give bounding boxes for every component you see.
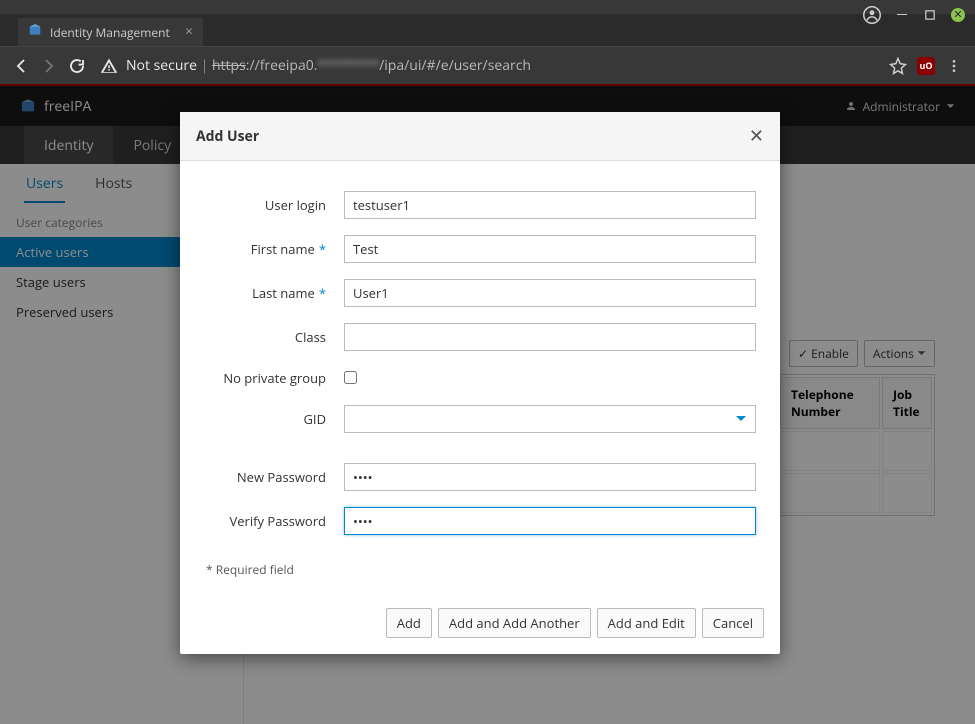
- new-password-input[interactable]: [344, 463, 756, 491]
- address-text: Not secure | https://freeipa0.********/i…: [126, 56, 531, 75]
- maximize-icon[interactable]: [923, 8, 937, 22]
- profile-icon[interactable]: [863, 6, 881, 24]
- window-close-icon[interactable]: ✕: [951, 8, 965, 22]
- label-last-name: Last name*: [204, 284, 344, 302]
- class-input[interactable]: [344, 323, 756, 351]
- label-class: Class: [204, 328, 344, 346]
- label-first-name: First name*: [204, 240, 344, 258]
- required-hint: * Required field: [204, 551, 756, 578]
- label-no-private-group: No private group: [204, 369, 344, 387]
- add-button[interactable]: Add: [386, 608, 432, 638]
- reload-icon[interactable]: [68, 57, 86, 75]
- user-login-input[interactable]: [344, 191, 756, 219]
- window-titlebar: [0, 0, 975, 14]
- required-star-icon: *: [319, 240, 326, 258]
- modal-title: Add User: [196, 127, 259, 146]
- verify-password-input[interactable]: [344, 507, 756, 535]
- first-name-input[interactable]: [344, 235, 756, 263]
- add-another-button[interactable]: Add and Add Another: [438, 608, 591, 638]
- window-controls: － ✕: [863, 6, 965, 24]
- browser-tab[interactable]: Identity Management ×: [18, 18, 203, 46]
- label-new-password: New Password: [204, 468, 344, 486]
- insecure-warning-icon: [100, 57, 118, 75]
- app-area: freeIPA Administrator Identity Policy Us…: [0, 84, 975, 724]
- ublock-icon[interactable]: uO: [917, 57, 935, 75]
- tab-title: Identity Management: [50, 24, 170, 41]
- label-verify-password: Verify Password: [204, 512, 344, 530]
- back-icon[interactable]: [12, 57, 30, 75]
- modal-body: User login First name* Last name* Class …: [180, 161, 780, 594]
- tab-favicon-icon: [28, 23, 42, 41]
- modal-close-icon[interactable]: ✕: [749, 124, 764, 148]
- chevron-down-icon: [735, 413, 747, 425]
- label-user-login: User login: [204, 196, 344, 214]
- bookmark-star-icon[interactable]: [889, 57, 907, 75]
- minimize-icon[interactable]: －: [895, 8, 909, 22]
- required-star-icon: *: [319, 284, 326, 302]
- forward-icon[interactable]: [40, 57, 58, 75]
- address-bar[interactable]: Not secure | https://freeipa0.********/i…: [96, 53, 879, 79]
- gid-select[interactable]: [344, 405, 756, 433]
- cancel-button[interactable]: Cancel: [702, 608, 764, 638]
- add-edit-button[interactable]: Add and Edit: [597, 608, 696, 638]
- add-user-modal: Add User ✕ User login First name* Last n…: [180, 112, 780, 654]
- no-private-group-checkbox[interactable]: [344, 371, 357, 384]
- last-name-input[interactable]: [344, 279, 756, 307]
- browser-toolbar: Not secure | https://freeipa0.********/i…: [0, 46, 975, 84]
- modal-header: Add User ✕: [180, 112, 780, 161]
- label-gid: GID: [204, 410, 344, 428]
- tab-close-icon[interactable]: ×: [185, 26, 193, 38]
- kebab-menu-icon[interactable]: [945, 57, 963, 75]
- tab-strip: Identity Management ×: [0, 14, 975, 46]
- modal-footer: Add Add and Add Another Add and Edit Can…: [180, 594, 780, 654]
